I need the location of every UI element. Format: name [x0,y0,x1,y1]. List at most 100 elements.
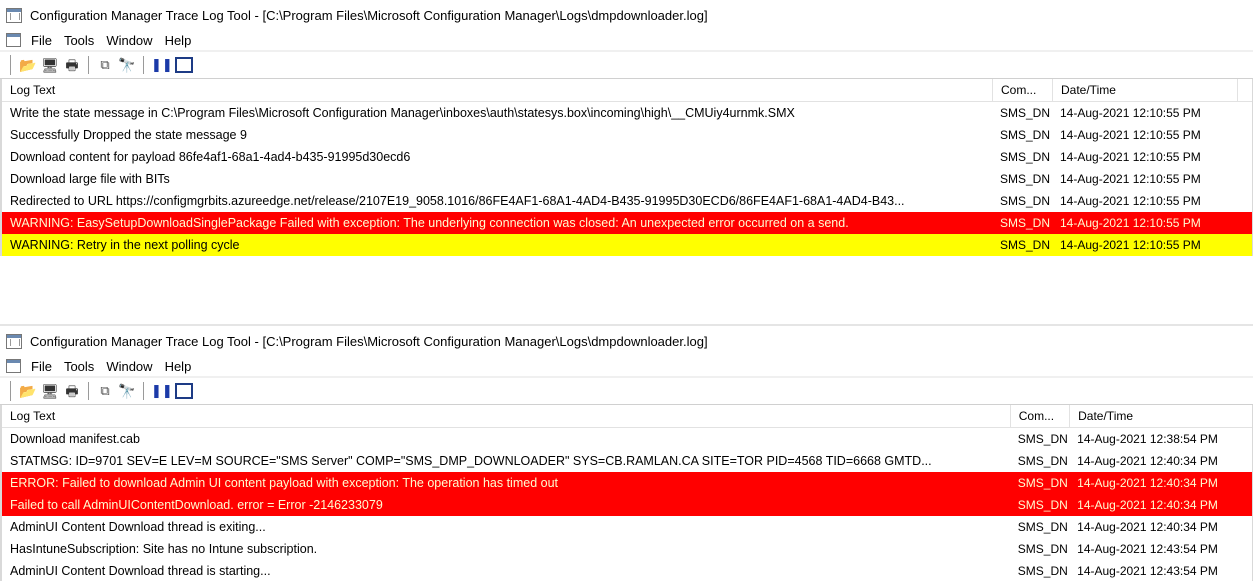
pause-icon[interactable]: ❚❚ [151,56,173,74]
toolbar-separator [88,56,89,74]
menu-help[interactable]: Help [165,33,192,48]
log-row-component: SMS_DN [1017,498,1068,512]
window-title: Configuration Manager Trace Log Tool - [… [30,333,708,349]
column-header-component[interactable]: Com... [992,79,1052,101]
column-header-log-text[interactable]: Log Text [2,83,992,97]
log-row[interactable]: Download content for payload 86fe4af1-68… [2,146,1252,168]
log-row-extra [1237,146,1252,168]
window-icon[interactable] [175,383,193,399]
find-icon[interactable]: 🔭 [118,382,136,400]
print-icon[interactable]: 🖶 [63,382,81,400]
log-row-error[interactable]: ERROR: Failed to download Admin UI conte… [2,472,1252,494]
log-row-text: WARNING: EasySetupDownloadSinglePackage … [10,216,849,230]
column-header-datetime[interactable]: Date/Time [1052,79,1237,101]
document-icon[interactable] [6,359,21,373]
menu-window[interactable]: Window [106,33,152,48]
log-row-datetime: 14-Aug-2021 12:10:55 PM [1060,106,1201,120]
app-icon [6,7,22,23]
find-icon[interactable]: 🔭 [118,56,136,74]
log-row-datetime: 14-Aug-2021 12:10:55 PM [1060,128,1201,142]
log-row-extra [1237,124,1252,146]
log-row-datetime: 14-Aug-2021 12:43:54 PM [1077,564,1218,578]
menu-tools[interactable]: Tools [64,33,94,48]
toolbar: 📂 🖥 🖶 ⧉ 🔭 ❚❚ [0,50,1253,79]
log-row[interactable]: AdminUI Content Download thread is start… [2,560,1252,581]
log-row-extra [1237,168,1252,190]
log-row-component: SMS_DN [1000,194,1051,208]
document-icon[interactable] [6,33,21,47]
log-row-component: SMS_DN [1017,564,1068,578]
log-row[interactable]: STATMSG: ID=9701 SEV=E LEV=M SOURCE="SMS… [2,450,1252,472]
print-preview-icon[interactable]: 🖥 [41,56,59,74]
column-header-extra[interactable] [1237,79,1252,101]
log-row-component: SMS_DN [1000,150,1051,164]
menu-help[interactable]: Help [165,359,192,374]
log-row-datetime: 14-Aug-2021 12:38:54 PM [1077,432,1218,446]
log-row-warning[interactable]: WARNING: Retry in the next polling cycle… [2,234,1252,256]
toolbar-separator [88,382,89,400]
log-row-text: Download content for payload 86fe4af1-68… [10,150,411,164]
log-row-text: Download large file with BITs [10,172,170,186]
log-row-datetime: 14-Aug-2021 12:10:55 PM [1060,216,1201,230]
log-row-component: SMS_DN [1000,216,1051,230]
log-row-datetime: 14-Aug-2021 12:10:55 PM [1060,172,1201,186]
log-row-text: Successfully Dropped the state message 9 [10,128,247,142]
toolbar-grip[interactable] [10,381,13,401]
toolbar-grip[interactable] [10,55,13,75]
log-row-component: SMS_DN [1017,454,1068,468]
toolbar: 📂 🖥 🖶 ⧉ 🔭 ❚❚ [0,376,1253,405]
title-bar[interactable]: Configuration Manager Trace Log Tool - [… [0,0,1253,30]
column-header-datetime[interactable]: Date/Time [1069,405,1252,427]
window-icon[interactable] [175,57,193,73]
log-row[interactable]: Redirected to URL https://configmgrbits.… [2,190,1252,212]
log-row-text: AdminUI Content Download thread is exiti… [10,520,266,534]
log-row-text: Download manifest.cab [10,432,140,446]
log-row-text: Write the state message in C:\Program Fi… [10,106,795,120]
log-row-datetime: 14-Aug-2021 12:10:55 PM [1060,194,1201,208]
log-row-error[interactable]: Failed to call AdminUIContentDownload. e… [2,494,1252,516]
menu-window[interactable]: Window [106,359,152,374]
log-row-datetime: 14-Aug-2021 12:43:54 PM [1077,542,1218,556]
trace-window-bottom: Configuration Manager Trace Log Tool - [… [0,326,1253,581]
log-grid: Log Text Com... Date/Time Download manif… [0,405,1253,581]
log-row-text: WARNING: Retry in the next polling cycle [10,238,240,252]
log-row-extra [1237,212,1252,234]
log-row[interactable]: Download large file with BITs SMS_DN 14-… [2,168,1252,190]
log-row-datetime: 14-Aug-2021 12:40:34 PM [1077,476,1218,490]
log-row-datetime: 14-Aug-2021 12:40:34 PM [1077,454,1218,468]
toolbar-separator [143,56,144,74]
log-row-component: SMS_DN [1000,106,1051,120]
log-row[interactable]: HasIntuneSubscription: Site has no Intun… [2,538,1252,560]
open-icon[interactable]: 📂 [19,56,37,74]
log-row-datetime: 14-Aug-2021 12:40:34 PM [1077,498,1218,512]
column-header-log-text[interactable]: Log Text [2,409,1010,423]
log-row[interactable]: AdminUI Content Download thread is exiti… [2,516,1252,538]
menu-file[interactable]: File [31,359,52,374]
grid-header: Log Text Com... Date/Time [2,405,1252,428]
log-row[interactable]: Download manifest.cab SMS_DN 14-Aug-2021… [2,428,1252,450]
menu-bar: File Tools Window Help [0,30,1253,50]
column-header-component[interactable]: Com... [1009,405,1069,427]
title-bar[interactable]: Configuration Manager Trace Log Tool - [… [0,326,1253,356]
grid-header: Log Text Com... Date/Time [2,79,1252,102]
pause-icon[interactable]: ❚❚ [151,382,173,400]
log-row-text: AdminUI Content Download thread is start… [10,564,271,578]
log-row-datetime: 14-Aug-2021 12:10:55 PM [1060,150,1201,164]
copy-icon[interactable]: ⧉ [96,382,114,400]
print-icon[interactable]: 🖶 [63,56,81,74]
print-preview-icon[interactable]: 🖥 [41,382,59,400]
log-row-extra [1237,190,1252,212]
log-row[interactable]: Write the state message in C:\Program Fi… [2,102,1252,124]
log-row-extra [1237,234,1252,256]
log-row-component: SMS_DN [1017,542,1068,556]
copy-icon[interactable]: ⧉ [96,56,114,74]
log-row-extra [1237,102,1252,124]
open-icon[interactable]: 📂 [19,382,37,400]
log-row-component: SMS_DN [1017,476,1068,490]
log-row-component: SMS_DN [1000,172,1051,186]
menu-file[interactable]: File [31,33,52,48]
log-row-component: SMS_DN [1000,238,1051,252]
log-row[interactable]: Successfully Dropped the state message 9… [2,124,1252,146]
log-row-error[interactable]: WARNING: EasySetupDownloadSinglePackage … [2,212,1252,234]
menu-tools[interactable]: Tools [64,359,94,374]
